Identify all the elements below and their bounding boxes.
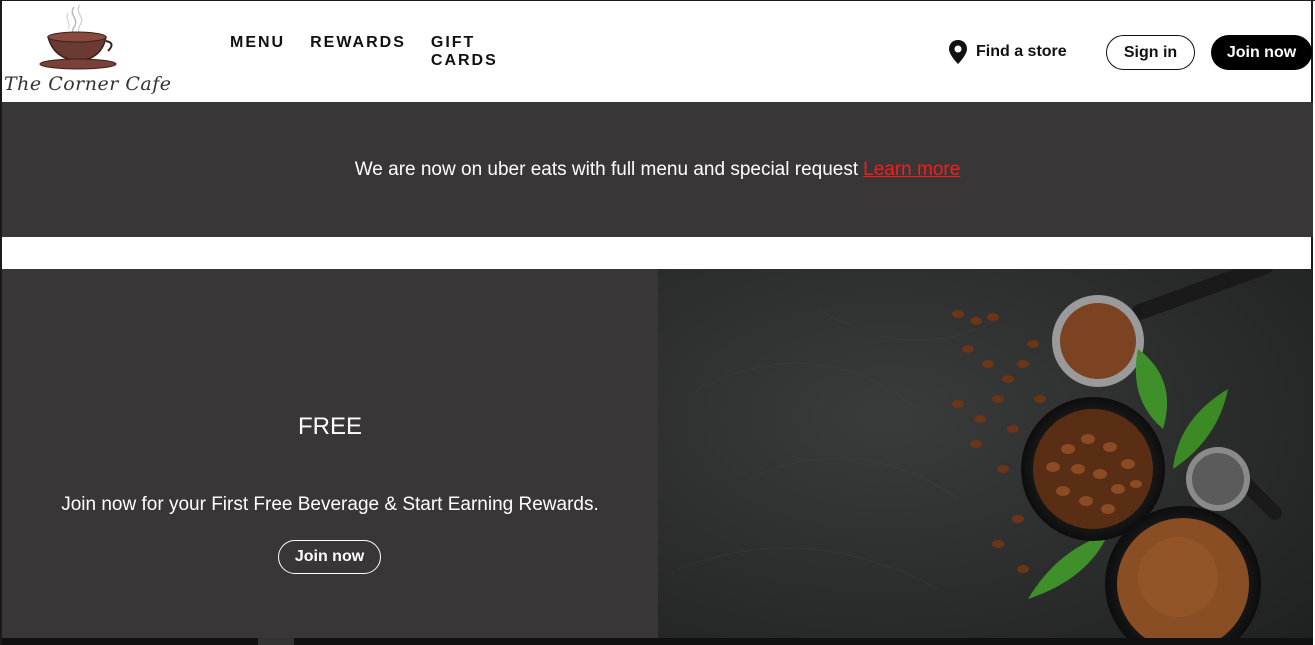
join-now-hero-button[interactable]: Join now <box>278 540 381 574</box>
sign-in-button[interactable]: Sign in <box>1106 35 1195 70</box>
nav-item-menu[interactable]: MENU <box>230 34 285 70</box>
announcement-bar: We are now on uber eats with full menu a… <box>2 102 1313 237</box>
section-spacer <box>2 237 1313 269</box>
coffee-beans-photo <box>658 269 1313 638</box>
horizontal-scrollbar[interactable] <box>2 638 1313 645</box>
join-now-header-button[interactable]: Join now <box>1211 35 1312 70</box>
nav-item-rewards[interactable]: REWARDS <box>310 34 406 70</box>
hero-subtitle: Join now for your First Free Beverage & … <box>61 494 599 515</box>
find-store-label: Find a store <box>976 43 1067 60</box>
main-nav: MENU REWARDS GIFT CARDS <box>230 34 501 70</box>
map-pin-icon <box>949 40 967 64</box>
find-store-link[interactable]: Find a store <box>948 39 1067 65</box>
brand-logo[interactable]: The Corner Cafe <box>2 1 171 102</box>
hero-promo-panel: FREE Join now for your First Free Bevera… <box>2 269 658 638</box>
learn-more-link[interactable]: Learn more <box>863 159 960 181</box>
coffee-cup-icon <box>39 4 117 70</box>
brand-name: The Corner Cafe <box>4 73 172 95</box>
hero-title: FREE <box>297 413 362 440</box>
scrollbar-thumb[interactable] <box>258 638 294 645</box>
nav-item-gift-cards[interactable]: GIFT CARDS <box>431 34 501 70</box>
site-header: The Corner Cafe MENU REWARDS GIFT CARDS … <box>2 1 1313 102</box>
announcement-text: We are now on uber eats with full menu a… <box>354 158 859 180</box>
